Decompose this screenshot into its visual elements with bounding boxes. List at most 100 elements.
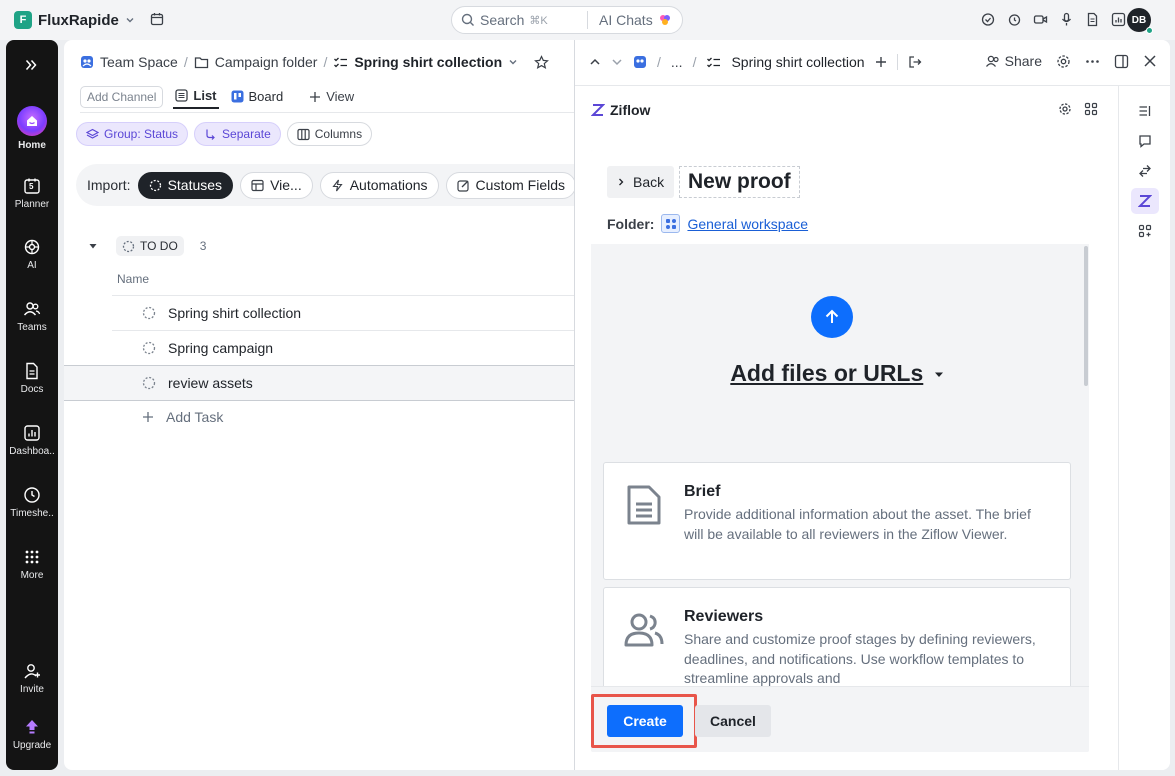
breadcrumb-ellipsis[interactable]: ... (671, 54, 683, 70)
group-status-label: Group: Status (104, 127, 179, 141)
workspace-icon (661, 214, 681, 233)
more-options-icon[interactable] (1085, 54, 1100, 69)
add-task-button[interactable]: Add Task (142, 409, 223, 425)
breadcrumb-list[interactable]: Spring shirt collection (354, 54, 502, 70)
add-view-button[interactable]: View (309, 89, 354, 104)
add-channel-button[interactable]: Add Channel (80, 85, 164, 108)
upload-arrow-icon[interactable] (811, 296, 853, 338)
integration-icon[interactable] (1131, 158, 1159, 184)
expand-sidebar-icon[interactable] (24, 58, 38, 72)
comment-icon[interactable] (1131, 128, 1159, 154)
online-status-dot (1146, 27, 1153, 34)
collapse-caret-icon[interactable] (88, 241, 98, 251)
calendar-icon[interactable] (150, 12, 164, 26)
workspace-switcher[interactable]: F FluxRapide (8, 7, 141, 33)
scrollbar[interactable] (1084, 246, 1088, 386)
gear-icon[interactable] (1058, 102, 1072, 116)
import-automations-button[interactable]: Automations (319, 171, 439, 199)
plus-icon[interactable] (875, 56, 887, 68)
teams-icon (23, 300, 41, 318)
task-status-icon[interactable] (142, 341, 156, 355)
import-views-button[interactable]: Vie... (240, 171, 313, 199)
check-plus-icon[interactable] (980, 11, 997, 28)
add-files-label: Add files or URLs (730, 360, 924, 386)
sidebar-item-ai[interactable]: AI (6, 238, 58, 271)
proof-header-card: Back New proof Folder: General workspace (591, 150, 1089, 244)
activity-icon[interactable] (1131, 98, 1159, 124)
tab-board[interactable]: Board (229, 85, 286, 108)
breadcrumb-space[interactable]: Team Space (100, 54, 178, 70)
chevron-down-icon[interactable] (611, 56, 623, 68)
add-files-dropdown[interactable]: Add files or URLs (591, 360, 1083, 387)
ziflow-logo-icon (591, 103, 605, 117)
search-bar[interactable]: Search ⌘K AI Chats (451, 6, 683, 34)
close-icon[interactable] (1143, 54, 1157, 68)
sidebar-item-teams[interactable]: Teams (6, 300, 58, 333)
folder-link[interactable]: General workspace (687, 216, 808, 232)
apps-grid-icon[interactable] (1084, 102, 1098, 116)
ziflow-header: Ziflow (591, 102, 650, 118)
settings-icon[interactable] (1056, 54, 1071, 69)
upload-dropzone[interactable]: Add files or URLs (591, 244, 1083, 444)
ziflow-app-icon[interactable] (1131, 188, 1159, 214)
sidebar-item-invite[interactable]: Invite (6, 662, 58, 695)
table-row[interactable]: Spring shirt collection (112, 295, 574, 330)
share-button[interactable]: Share (985, 53, 1042, 69)
table-row-selected[interactable]: review assets (64, 365, 574, 401)
ai-chats-button[interactable]: AI Chats (588, 12, 672, 28)
import-statuses-label: Statuses (167, 177, 223, 193)
form-footer: Create Cancel (591, 686, 1089, 752)
separate-chip[interactable]: Separate (194, 122, 281, 146)
tab-list[interactable]: List (173, 84, 219, 109)
separate-label: Separate (222, 127, 271, 141)
add-app-icon[interactable] (1131, 218, 1159, 244)
sidebar-item-home[interactable]: Home (6, 106, 58, 151)
cancel-button[interactable]: Cancel (695, 705, 771, 737)
group-status-chip[interactable]: Group: Status (76, 122, 189, 146)
proof-title-field[interactable]: New proof (679, 166, 800, 198)
move-out-icon[interactable] (908, 55, 922, 69)
status-badge[interactable]: TO DO (116, 236, 184, 256)
sidebar-item-dashboards[interactable]: Dashboa.. (6, 424, 58, 457)
breadcrumb-separator: / (692, 54, 697, 70)
brief-card[interactable]: Brief Provide additional information abo… (603, 462, 1071, 580)
microphone-icon[interactable] (1058, 11, 1075, 28)
sidebar-item-timesheets[interactable]: Timeshe.. (6, 486, 58, 519)
todo-status-icon (122, 240, 135, 253)
columns-chip[interactable]: Columns (286, 122, 373, 146)
chart-icon[interactable] (1110, 11, 1127, 28)
task-status-icon[interactable] (142, 376, 156, 390)
sidebar-item-planner[interactable]: 5 Planner (6, 177, 58, 210)
star-icon[interactable] (534, 54, 550, 70)
import-statuses-button[interactable]: Statuses (137, 171, 234, 199)
sidebar-item-more[interactable]: More (6, 548, 58, 581)
task-name[interactable]: Spring campaign (168, 340, 273, 356)
share-label: Share (1004, 53, 1042, 69)
search-icon (461, 13, 475, 27)
task-status-icon[interactable] (142, 306, 156, 320)
ziflow-new-proof-form: Back New proof Folder: General workspace… (591, 150, 1089, 752)
create-button[interactable]: Create (607, 705, 683, 737)
video-icon[interactable] (1032, 11, 1049, 28)
chevron-up-icon[interactable] (589, 56, 601, 68)
sidebar-item-upgrade[interactable]: Upgrade (6, 718, 58, 751)
sidebar-item-label: Teams (17, 322, 47, 333)
sidebar-toggle-icon[interactable] (1114, 54, 1129, 69)
breadcrumb-folder[interactable]: Campaign folder (215, 54, 318, 70)
divider (896, 54, 898, 70)
panel-header: / ... / Spring shirt collection Share (575, 40, 1170, 86)
chevron-down-icon[interactable] (508, 57, 518, 67)
status-circle-icon (149, 179, 162, 192)
reminder-icon[interactable] (1006, 11, 1023, 28)
panel-title[interactable]: Spring shirt collection (731, 54, 864, 70)
folder-icon (194, 56, 209, 69)
import-custom-fields-button[interactable]: Custom Fields (445, 171, 576, 199)
task-name[interactable]: Spring shirt collection (168, 305, 301, 321)
doc-icon[interactable] (1084, 11, 1101, 28)
table-row[interactable]: Spring campaign (112, 330, 574, 365)
task-name[interactable]: review assets (168, 375, 253, 391)
back-button[interactable]: Back (607, 166, 675, 198)
sidebar-item-docs[interactable]: Docs (6, 362, 58, 395)
sidebar-item-label: Upgrade (12, 740, 52, 751)
plus-icon (309, 91, 321, 103)
